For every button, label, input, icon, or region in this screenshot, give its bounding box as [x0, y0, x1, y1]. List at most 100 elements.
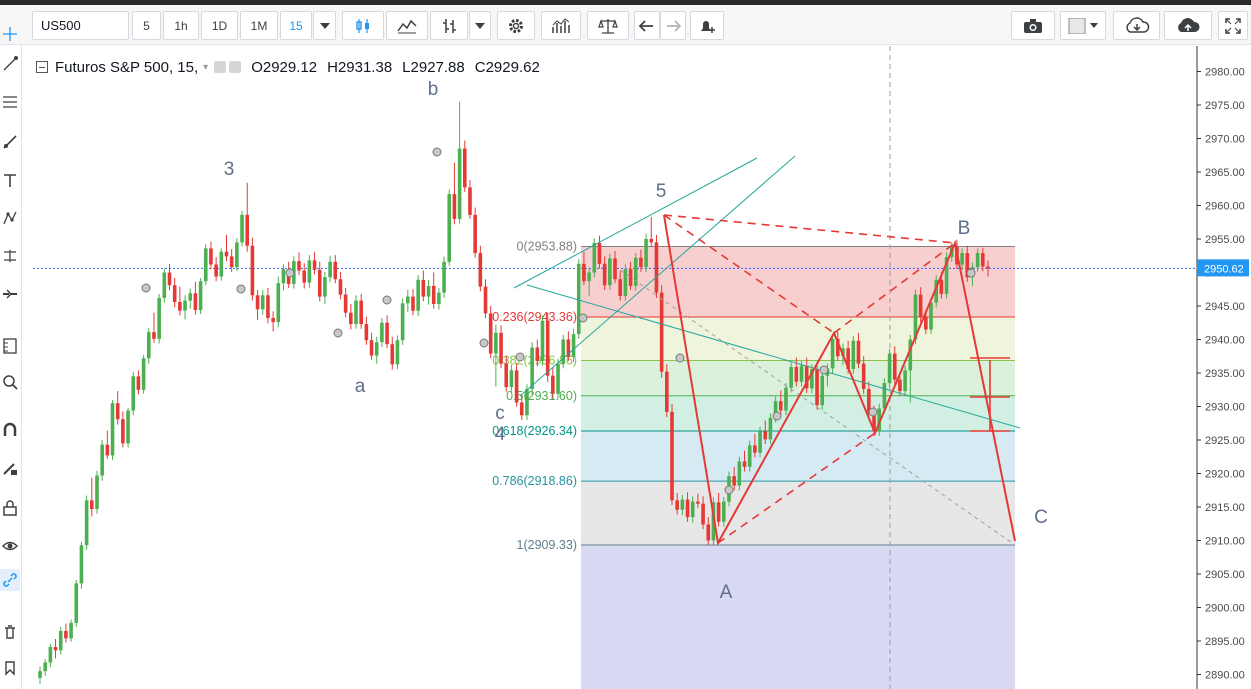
price-tick-label: 2930.00: [1205, 402, 1245, 414]
pivot-handle: [479, 338, 489, 348]
candle-body: [499, 332, 503, 364]
candle-body: [758, 431, 762, 453]
collapse-legend-icon[interactable]: [36, 61, 48, 73]
candle-body: [981, 253, 985, 267]
candle-body: [69, 622, 73, 639]
candle-body: [680, 499, 685, 510]
candle-body: [939, 279, 944, 294]
candle-body: [918, 294, 923, 318]
candle-body: [203, 248, 208, 282]
pivot-handle: [966, 268, 976, 278]
candle-body: [38, 671, 42, 678]
candle-body: [95, 475, 99, 510]
candle-body: [126, 410, 130, 444]
candle-body: [354, 300, 358, 325]
candle-body: [644, 239, 648, 268]
candle-body: [447, 194, 452, 262]
open-value: 2929.12: [262, 58, 318, 76]
candle-body: [473, 214, 477, 254]
pivot-handle: [141, 283, 151, 293]
candle-body: [882, 383, 887, 409]
candle-body: [753, 445, 757, 453]
candle-body: [110, 403, 115, 456]
eye-settings-icon[interactable]: [214, 61, 227, 73]
candle-body: [768, 417, 773, 440]
candle-body: [235, 242, 239, 268]
candle-body: [255, 295, 260, 310]
candle-body: [665, 371, 669, 412]
candle-body: [659, 292, 664, 372]
candle-body: [747, 445, 752, 467]
candle-body: [649, 239, 654, 243]
price-tick-label: 2955.00: [1205, 234, 1245, 246]
candle-body: [545, 320, 550, 376]
close-value: 2929.62: [485, 58, 540, 76]
candle-body: [462, 148, 467, 188]
candle-body: [737, 461, 742, 486]
price-chart[interactable]: 0(2953.88)0.236(2943.36)0.382(2936.86)0.…: [0, 0, 1251, 689]
candle-body: [53, 647, 58, 651]
candle-body: [540, 320, 545, 361]
low-value: 2927.88: [410, 58, 465, 76]
candle-body: [592, 243, 597, 273]
candle-body: [183, 300, 187, 311]
price-tick-label: 2960.00: [1205, 201, 1245, 213]
candle-body: [892, 353, 897, 380]
candle-body: [115, 403, 120, 420]
candle-body: [784, 387, 788, 411]
candle-body: [602, 263, 607, 286]
candle-body: [483, 286, 488, 314]
wave-label-wA: A: [720, 582, 733, 603]
candle-body: [639, 257, 643, 268]
candle-body: [426, 285, 431, 297]
fib-zone-6: [581, 544, 1015, 689]
legend-menu-icon[interactable]: ▾: [203, 62, 208, 73]
candle-body: [799, 365, 804, 382]
price-tick-label: 2980.00: [1205, 67, 1245, 79]
fib-level-label-6: 1(2909.33): [517, 538, 577, 552]
candle-body: [297, 261, 301, 271]
candle-body: [380, 322, 384, 343]
candle-body: [317, 269, 322, 297]
candle-body: [509, 370, 514, 388]
pivot-handle: [236, 284, 246, 294]
candle-body: [48, 647, 53, 663]
candle-body: [131, 376, 136, 411]
candle-body: [167, 272, 172, 286]
candle-body: [820, 375, 825, 406]
candle-body: [504, 363, 509, 388]
candle-body: [406, 296, 410, 304]
candle-body: [152, 332, 156, 339]
candle-body: [224, 251, 229, 257]
candle-body: [100, 444, 104, 476]
candle-body: [452, 194, 457, 219]
candle-body: [851, 340, 856, 369]
candle-body: [338, 279, 343, 295]
pivot-handle: [382, 295, 392, 305]
candle-body: [209, 248, 213, 265]
price-tick-label: 2910.00: [1205, 536, 1245, 548]
candle-body: [628, 269, 633, 286]
candle-body: [162, 272, 167, 298]
candle-body: [271, 318, 275, 323]
candle-body: [789, 366, 793, 388]
candle-body: [587, 272, 591, 282]
candle-body: [390, 344, 395, 365]
candle-body: [178, 301, 182, 311]
fib-level-label-5: 0.786(2918.86): [492, 474, 577, 488]
candle-body: [121, 419, 125, 444]
candle-body: [960, 253, 964, 265]
candle-body: [105, 444, 110, 456]
wave-label-w5: 5: [656, 181, 667, 202]
candle-body: [307, 260, 312, 283]
candle-body: [141, 358, 146, 390]
wave-label-wa_small: a: [355, 376, 366, 397]
candle-body: [830, 338, 835, 369]
candle-body: [323, 277, 327, 297]
candle-body: [58, 630, 63, 651]
candle-body: [84, 500, 89, 546]
gear-small-icon[interactable]: [229, 61, 242, 73]
candle-body: [488, 313, 493, 354]
wave-label-wB: B: [958, 218, 971, 239]
candle-body: [43, 662, 47, 672]
